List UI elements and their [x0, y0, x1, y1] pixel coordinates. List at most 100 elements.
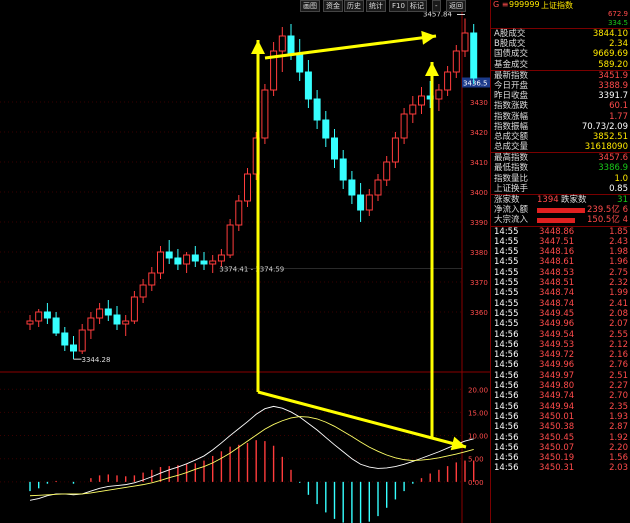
tick-time: 14:56: [494, 339, 519, 350]
quote-stat-value: 60.1: [609, 101, 628, 112]
tick-price: 3448.51: [539, 278, 575, 289]
candle-body: [217, 254, 225, 262]
tick-row: 14:56 3449.80 2.27: [491, 381, 630, 391]
header-val-2: 334.5: [607, 19, 628, 27]
toolbar-button[interactable]: 标记: [407, 0, 427, 12]
tick-volume: 2.76: [609, 360, 628, 371]
quote-stat-value: 3852.51: [592, 131, 628, 142]
candle-body: [365, 194, 373, 211]
tick-volume: 2.32: [609, 278, 628, 289]
tick-volume: 2.12: [609, 339, 628, 350]
tick-time: 14:56: [494, 370, 519, 381]
candle-body: [418, 95, 425, 106]
candle-body: [87, 317, 95, 331]
quote-stat-label: 最低指数: [494, 163, 529, 174]
tick-time: 14:56: [494, 401, 519, 412]
tick-price: 3450.19: [539, 453, 575, 464]
quote-header: G ≡ 999999 上证指数: [491, 0, 630, 10]
down-count-value: 31: [617, 195, 628, 205]
tick-time: 14:55: [494, 236, 519, 247]
quote-stat-label: 最新指数: [494, 70, 529, 81]
tick-volume: 2.51: [609, 370, 628, 381]
kline-chart[interactable]: 343034203410340033903380337033603436.534…: [0, 0, 490, 523]
quote-stat-label: 上证换手: [494, 183, 529, 194]
candle-body: [52, 317, 60, 334]
candle-body: [339, 158, 347, 181]
tick-volume: 2.27: [609, 381, 628, 392]
quote-stat-label: 今日开盘: [494, 80, 529, 91]
tick-time: 14:56: [494, 411, 519, 422]
tick-row: 14:55 3449.96 2.07: [491, 319, 630, 329]
low-price-label: 3344.28: [82, 356, 111, 364]
quote-stat-value: 2.34: [609, 39, 628, 50]
tick-time: 14:56: [494, 463, 519, 474]
tick-row: 14:55 3448.61 1.96: [491, 257, 630, 267]
tick-volume: 2.87: [609, 422, 628, 433]
tick-row: 14:56 3449.94 2.35: [491, 402, 630, 412]
quote-stat-value: 3388.9: [598, 80, 628, 91]
quote-stat-value: 1.0: [614, 173, 628, 184]
tick-volume: 2.20: [609, 442, 628, 453]
quote-stat-value: 0.85: [609, 183, 628, 194]
chart-panel[interactable]: 3430 3420 3410 3400 3390 3380 3370 3360 3436.5 34…: [0, 0, 490, 523]
tick-price: 3449.97: [539, 370, 575, 381]
tick-row: 14:56 3449.53 2.12: [491, 340, 630, 350]
tick-time: 14:55: [494, 247, 519, 258]
toolbar-button[interactable]: 统计: [366, 0, 386, 12]
tick-time: 14:56: [494, 442, 519, 453]
quote-stat-value: 1.77: [609, 111, 628, 122]
quote-stat-row: 最高指数 3457.6: [491, 152, 630, 163]
quote-stat-value: 31618090: [584, 142, 628, 153]
toolbar-button[interactable]: -: [432, 0, 441, 12]
quote-stat-value: 589.20: [598, 59, 628, 70]
quote-stat-label: 指数涨幅: [494, 111, 529, 122]
tick-row: 14:55 3448.16 1.98: [491, 247, 630, 257]
toolbar-button[interactable]: 历史: [344, 0, 364, 12]
tick-list[interactable]: 14:55 3448.86 1.85 14:55 3447.51 2.43 14:55 344…: [491, 225, 630, 474]
candle-body: [113, 314, 121, 325]
toolbar-button[interactable]: 资金: [323, 0, 343, 12]
macd-axis-label: 0.00: [468, 479, 484, 487]
flow-label: 净流入额: [494, 205, 529, 216]
macd-axis-label: 20.00: [468, 386, 488, 394]
tick-price: 3447.51: [539, 236, 575, 247]
tick-time: 14:56: [494, 422, 519, 433]
toolbar-button[interactable]: F10: [389, 0, 408, 12]
tick-row: 14:56 3450.19 1.56: [491, 453, 630, 463]
tick-volume: 1.96: [609, 257, 628, 268]
toolbar-button[interactable]: 画图: [300, 0, 320, 12]
tick-price: 3449.54: [539, 329, 575, 340]
tick-row: 14:56 3449.96 2.76: [491, 360, 630, 370]
tick-time: 14:55: [494, 278, 519, 289]
quote-stats: A股成交 3844.10 B股成交 2.34 国债成交 9669.69 基金成交 589.20…: [491, 28, 630, 194]
current-price-text: 3436.5: [463, 80, 488, 88]
quote-stat-row: 最新指数 3451.9: [491, 69, 630, 81]
flow-bar: [537, 218, 575, 224]
tick-time: 14:55: [494, 308, 519, 319]
tick-row: 14:56 3449.97 2.51: [491, 371, 630, 381]
flow-row: 大宗流入 150.5亿 4: [491, 215, 630, 225]
tick-row: 14:56 3450.31 2.03: [491, 463, 630, 473]
candle-body: [235, 200, 243, 226]
tick-row: 14:56 3450.38 2.87: [491, 422, 630, 432]
dif-line: [29, 405, 474, 501]
tick-price: 3448.53: [539, 267, 575, 278]
quote-stat-label: 总成交额: [494, 131, 529, 142]
quote-stat-value: 3844.10: [592, 29, 628, 39]
candle-body: [461, 32, 469, 52]
tick-row: 14:55 3448.74 1.99: [491, 288, 630, 298]
quote-stat-label: 指数振幅: [494, 121, 529, 132]
tick-price: 3448.86: [539, 226, 575, 237]
tick-volume: 1.98: [609, 247, 628, 258]
tick-price: 3449.53: [539, 339, 575, 350]
tick-volume: 2.16: [609, 350, 628, 361]
candle-body: [435, 89, 443, 100]
quote-stat-value: 3457.6: [598, 153, 628, 164]
tick-row: 14:55 3447.51 2.43: [491, 237, 630, 247]
tick-time: 14:56: [494, 350, 519, 361]
tick-volume: 2.08: [609, 308, 628, 319]
tick-time: 14:56: [494, 329, 519, 340]
toolbar-button[interactable]: 返回: [446, 0, 466, 12]
code-prefix: G ≡: [493, 0, 509, 9]
tick-time: 14:56: [494, 391, 519, 402]
